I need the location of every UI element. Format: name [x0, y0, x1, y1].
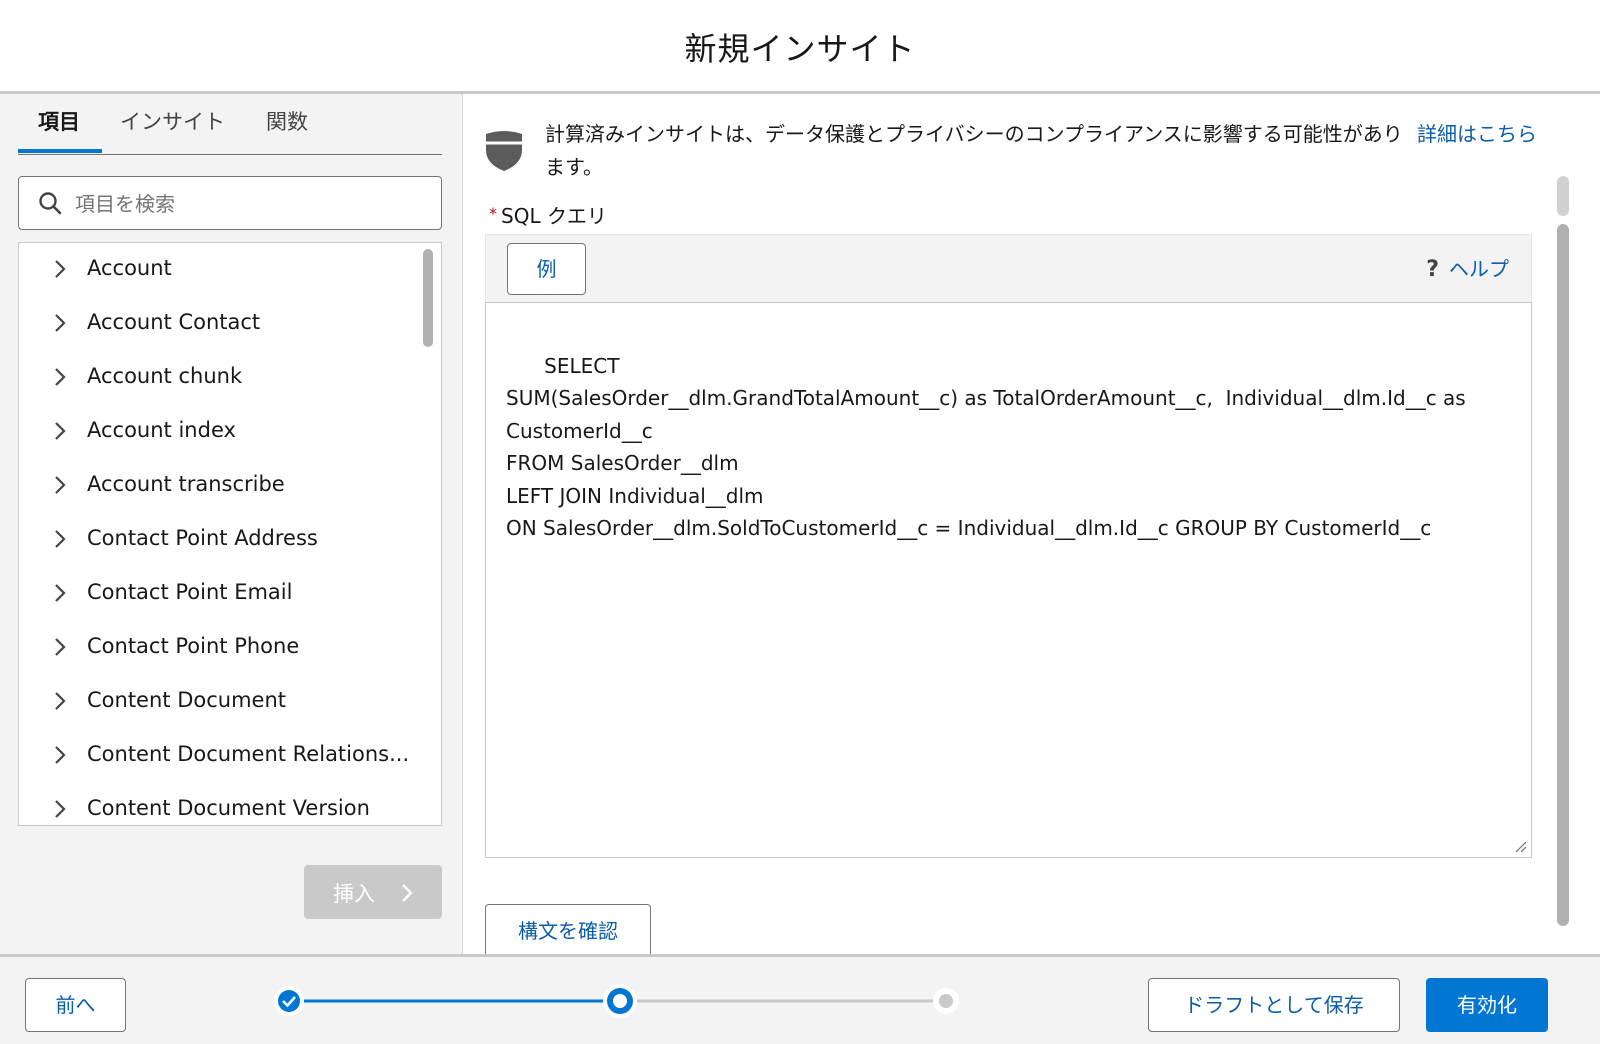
field-browser-panel: 項目 インサイト 関数 Account Account Contact — [0, 94, 463, 954]
shield-icon — [486, 131, 522, 171]
step-current[interactable] — [603, 984, 637, 1018]
compliance-notice: 計算済みインサイトは、データ保護とプライバシーのコンプライアンスに影響する可能性… — [545, 122, 1403, 179]
resize-grip-icon[interactable] — [1515, 841, 1527, 853]
sql-query-label-text: SQL クエリ — [501, 204, 607, 228]
chevron-right-icon[interactable] — [53, 529, 67, 549]
list-scrollbar[interactable] — [423, 249, 433, 347]
list-item-label: Account chunk — [87, 364, 243, 388]
page-scrollbar-upper[interactable] — [1557, 176, 1569, 216]
chevron-right-icon[interactable] — [53, 799, 67, 819]
chevron-right-icon[interactable] — [53, 637, 67, 657]
list-item[interactable]: Contact Point Email — [19, 567, 415, 621]
list-item-label: Content Document Version — [87, 796, 370, 820]
list-item-label: Account Contact — [87, 310, 261, 334]
list-item-label: Account — [87, 256, 172, 280]
list-item[interactable]: Content Document — [19, 675, 415, 729]
progress-indicator — [274, 984, 959, 1018]
field-browser-tabs: 項目 インサイト 関数 — [18, 94, 442, 155]
sql-query-label: * SQL クエリ — [489, 200, 607, 229]
chevron-right-icon[interactable] — [53, 367, 67, 387]
list-item-label: Account index — [87, 418, 236, 442]
editor-toolbar: 例 ? ヘルプ — [485, 234, 1532, 302]
tab-functions[interactable]: 関数 — [266, 106, 308, 136]
question-icon: ? — [1426, 257, 1439, 282]
list-item-label: Content Document — [87, 688, 286, 712]
modal-body: 項目 インサイト 関数 Account Account Contact — [0, 94, 1600, 954]
search-input[interactable] — [73, 188, 427, 220]
help-label: ヘルプ — [1449, 257, 1509, 281]
list-item[interactable]: Content Document Version — [19, 783, 415, 825]
modal-footer: 前へ ドラフトとして保存 有効化 — [0, 954, 1600, 1044]
active-tab-indicator — [18, 149, 102, 153]
list-item[interactable]: Account Contact — [19, 297, 415, 351]
sql-query-text: SELECT SUM(SalesOrder__dlm.GrandTotalAmo… — [506, 353, 1466, 541]
chevron-right-icon[interactable] — [53, 259, 67, 279]
list-item-label: Contact Point Address — [87, 526, 318, 550]
list-item-label: Contact Point Email — [87, 580, 293, 604]
previous-button[interactable]: 前へ — [25, 978, 126, 1032]
list-item[interactable]: Account transcribe — [19, 459, 415, 513]
list-item[interactable]: Account chunk — [19, 351, 415, 405]
step-upcoming[interactable] — [933, 988, 959, 1014]
example-button[interactable]: 例 — [507, 243, 586, 295]
sql-editor-panel: 計算済みインサイトは、データ保護とプライバシーのコンプライアンスに影響する可能性… — [463, 94, 1548, 954]
tab-fields[interactable]: 項目 — [38, 106, 80, 136]
learn-more-link[interactable]: 詳細はこちら — [1417, 118, 1537, 151]
chevron-right-icon[interactable] — [53, 745, 67, 765]
chevron-right-icon[interactable] — [53, 475, 67, 495]
insert-button[interactable]: 挿入 — [304, 865, 442, 919]
field-search — [18, 176, 442, 230]
page-scrollbar-thumb[interactable] — [1557, 224, 1569, 926]
list-item-label: Account transcribe — [87, 472, 285, 496]
check-syntax-button[interactable]: 構文を確認 — [485, 904, 651, 954]
sql-query-textarea[interactable]: SELECT SUM(SalesOrder__dlm.GrandTotalAmo… — [485, 302, 1532, 858]
list-item[interactable]: Contact Point Address — [19, 513, 415, 567]
insert-button-label: 挿入 — [333, 882, 375, 906]
save-draft-button[interactable]: ドラフトとして保存 — [1148, 978, 1400, 1032]
help-link[interactable]: ? ヘルプ — [1426, 253, 1509, 282]
list-item[interactable]: Account index — [19, 405, 415, 459]
chevron-right-icon[interactable] — [53, 313, 67, 333]
search-icon — [39, 192, 62, 215]
chevron-right-icon — [402, 884, 413, 902]
modal-title: 新規インサイト — [684, 30, 916, 68]
field-list: Account Account Contact Account chunk Ac… — [18, 242, 442, 826]
list-item[interactable]: Contact Point Phone — [19, 621, 415, 675]
modal-header: 新規インサイト — [0, 0, 1600, 94]
step-completed[interactable] — [274, 986, 304, 1016]
chevron-right-icon[interactable] — [53, 691, 67, 711]
list-item-label: Contact Point Phone — [87, 634, 300, 658]
chevron-right-icon[interactable] — [53, 583, 67, 603]
list-item-label: Content Document Relations... — [87, 742, 410, 766]
list-item[interactable]: Content Document Relations... — [19, 729, 415, 783]
list-item[interactable]: Account — [19, 243, 415, 297]
chevron-right-icon[interactable] — [53, 421, 67, 441]
page-scrollbar-track — [1548, 94, 1600, 954]
activate-button[interactable]: 有効化 — [1426, 978, 1548, 1032]
required-marker: * — [489, 204, 497, 223]
tab-insights[interactable]: インサイト — [120, 106, 225, 136]
